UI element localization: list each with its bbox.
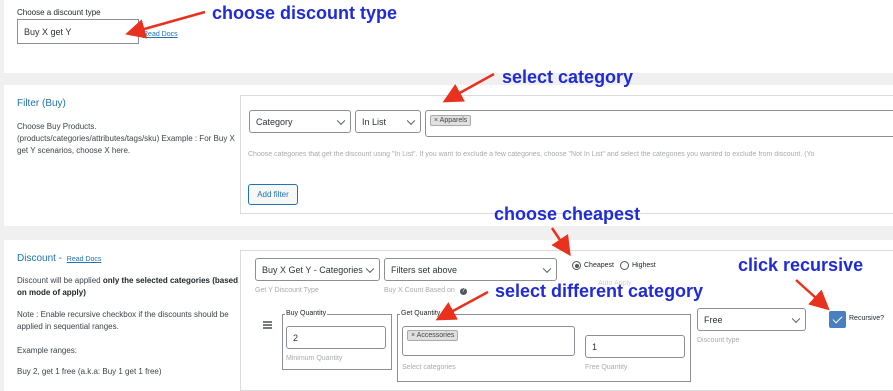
free-quantity-input[interactable]: 1 (585, 335, 685, 358)
buy-x-count-select[interactable]: Filters set above (384, 258, 557, 281)
chevron-down-icon (365, 264, 375, 273)
discount-type-read-docs-link[interactable]: Read Docs (143, 31, 178, 38)
example-range-1: Buy 2, get 1 free (a.k.a: Buy 1 get 1 fr… (17, 367, 162, 376)
add-filter-button[interactable]: Add filter (248, 184, 298, 205)
buy-x-count-caption-text: Buy X Count Based on (384, 287, 455, 294)
discount-type-select[interactable]: Buy X get Y (17, 19, 139, 44)
filter-method-select-value: In List (362, 116, 387, 127)
get-categories-caption: Select categories (402, 364, 456, 371)
discount-read-docs-link[interactable]: Read Docs (67, 256, 102, 263)
annotation-click-recursive: click recursive (738, 255, 864, 275)
discount-type-free-select[interactable]: Free (697, 308, 806, 331)
buy-quantity-input[interactable]: 2 (286, 326, 386, 349)
filter-description: Choose Buy Products. (products/categorie… (17, 122, 235, 155)
get-y-discount-type-value: Buy X Get Y - Categories (262, 264, 363, 275)
recursive-label: Recursive? (849, 315, 885, 322)
annotation-choose-cheapest: choose cheapest (494, 204, 641, 224)
radio-highest-label: Highest (632, 262, 656, 269)
annotation-select-different-category: select different category (495, 281, 704, 301)
radio-highest[interactable] (620, 261, 629, 270)
discount-description-plain: Discount will be applied (17, 276, 103, 285)
get-y-discount-type-select[interactable]: Buy X Get Y - Categories (255, 258, 380, 281)
discount-note: Note : Enable recursive checkbox if the … (17, 310, 229, 331)
check-icon (832, 313, 842, 324)
help-icon[interactable]: ? (459, 288, 467, 295)
chevron-down-icon (791, 314, 801, 323)
filter-title: Filter (Buy) (17, 98, 66, 109)
get-y-discount-type-caption: Get Y Discount Type (255, 287, 319, 294)
filter-help-text: Choose categories that get the discount … (248, 151, 815, 158)
discount-title: Discount - (17, 253, 63, 264)
discount-type-free-value: Free (704, 314, 723, 325)
buy-quantity-legend: Buy Quantity (285, 310, 328, 317)
get-category-tag[interactable]: × Accessories (407, 330, 459, 341)
filter-type-select-value: Category (256, 116, 293, 127)
radio-cheapest-label: Cheapest (584, 262, 614, 269)
buy-x-count-caption: Buy X Count Based on ? (384, 287, 467, 295)
discount-description: Discount will be applied only the select… (17, 275, 242, 299)
filter-type-select[interactable]: Category (249, 110, 351, 133)
recursive-checkbox[interactable] (829, 311, 846, 328)
chevron-down-icon (406, 116, 416, 125)
buy-quantity-caption: Minimum Quantity (286, 355, 343, 362)
discount-type-label: Choose a discount type (17, 8, 101, 17)
buy-x-count-value: Filters set above (391, 264, 458, 275)
chevron-down-icon (336, 116, 346, 125)
discount-title-row: Discount - Read Docs (17, 253, 101, 264)
get-quantity-legend: Get Quantity (400, 310, 442, 317)
free-quantity-caption: Free Quantity (585, 364, 628, 371)
annotation-choose-discount-type: choose discount type (212, 3, 398, 23)
example-ranges-label: Example ranges: (17, 346, 78, 355)
discount-type-free-caption: Discount type (697, 337, 740, 344)
filter-value-multiselect[interactable] (425, 110, 893, 137)
selected-category-tag[interactable]: × Apparels (430, 115, 472, 126)
radio-cheapest[interactable] (572, 261, 581, 270)
filter-method-select[interactable]: In List (355, 110, 421, 133)
chevron-down-icon (542, 264, 552, 273)
annotation-select-category: select category (502, 67, 634, 87)
drag-handle-icon[interactable] (263, 321, 272, 329)
